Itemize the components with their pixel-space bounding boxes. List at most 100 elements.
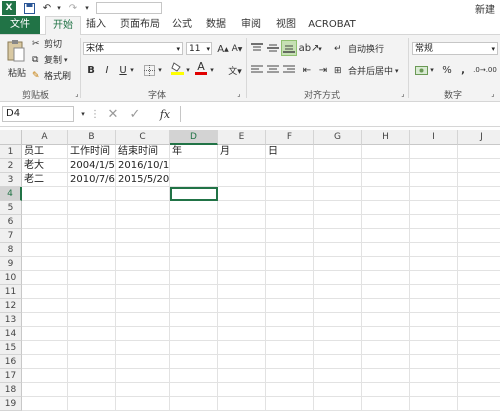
copy-button[interactable]: ⧉ 复制 ▾ <box>32 53 68 67</box>
cell-C4[interactable] <box>116 187 170 201</box>
cell-I7[interactable] <box>410 229 458 243</box>
undo-icon[interactable]: ↶ <box>40 1 54 15</box>
cell-J16[interactable] <box>458 355 500 369</box>
cell-A11[interactable] <box>22 285 68 299</box>
cell-B5[interactable] <box>68 201 116 215</box>
column-header-A[interactable]: A <box>22 130 68 145</box>
cell-A4[interactable] <box>22 187 68 201</box>
cell-D19[interactable] <box>170 397 218 411</box>
orientation-dropdown-icon[interactable]: ▾ <box>316 42 324 56</box>
cell-G7[interactable] <box>314 229 362 243</box>
cell-A15[interactable] <box>22 341 68 355</box>
font-color-icon[interactable]: A <box>194 61 208 75</box>
cell-C18[interactable] <box>116 383 170 397</box>
cell-G10[interactable] <box>314 271 362 285</box>
cell-I18[interactable] <box>410 383 458 397</box>
cell-J15[interactable] <box>458 341 500 355</box>
cell-F8[interactable] <box>266 243 314 257</box>
tab-review[interactable]: 审阅 <box>237 16 265 34</box>
cell-J13[interactable] <box>458 313 500 327</box>
enter-icon[interactable]: ✓ <box>128 107 142 122</box>
cell-F13[interactable] <box>266 313 314 327</box>
customize-quick-access-icon[interactable]: ▾ <box>82 1 92 15</box>
cell-J1[interactable] <box>458 145 500 159</box>
tab-acrobat[interactable]: ACROBAT <box>308 16 356 34</box>
clipboard-launcher-icon[interactable]: ⌟ <box>70 87 84 101</box>
cell-I6[interactable] <box>410 215 458 229</box>
cell-I2[interactable] <box>410 159 458 173</box>
row-header-15[interactable]: 15 <box>0 341 22 355</box>
cell-A3[interactable]: 老二 <box>22 173 68 187</box>
column-header-J[interactable]: J <box>458 130 500 145</box>
cell-A10[interactable] <box>22 271 68 285</box>
cell-A6[interactable] <box>22 215 68 229</box>
cell-B17[interactable] <box>68 369 116 383</box>
cell-B11[interactable] <box>68 285 116 299</box>
cell-B10[interactable] <box>68 271 116 285</box>
cell-D17[interactable] <box>170 369 218 383</box>
cell-G6[interactable] <box>314 215 362 229</box>
row-header-3[interactable]: 3 <box>0 173 22 187</box>
cell-I1[interactable] <box>410 145 458 159</box>
quick-access-input[interactable] <box>96 2 162 14</box>
cell-D15[interactable] <box>170 341 218 355</box>
row-header-5[interactable]: 5 <box>0 201 22 215</box>
cell-C12[interactable] <box>116 299 170 313</box>
cell-C13[interactable] <box>116 313 170 327</box>
cell-G16[interactable] <box>314 355 362 369</box>
cell-A14[interactable] <box>22 327 68 341</box>
save-icon[interactable] <box>22 1 36 15</box>
cell-D5[interactable] <box>170 201 218 215</box>
name-box[interactable]: D4 <box>2 106 74 122</box>
row-header-11[interactable]: 11 <box>0 285 22 299</box>
cell-E8[interactable] <box>218 243 266 257</box>
row-header-4[interactable]: 4 <box>0 187 22 201</box>
row-header-14[interactable]: 14 <box>0 327 22 341</box>
cell-C9[interactable] <box>116 257 170 271</box>
cell-H19[interactable] <box>362 397 410 411</box>
cell-F16[interactable] <box>266 355 314 369</box>
cell-H11[interactable] <box>362 285 410 299</box>
cell-B14[interactable] <box>68 327 116 341</box>
cell-D13[interactable] <box>170 313 218 327</box>
cell-F5[interactable] <box>266 201 314 215</box>
tab-view[interactable]: 视图 <box>272 16 300 34</box>
cell-D4[interactable] <box>170 187 218 201</box>
cell-J7[interactable] <box>458 229 500 243</box>
cell-F11[interactable] <box>266 285 314 299</box>
cell-F14[interactable] <box>266 327 314 341</box>
font-size-select[interactable]: 11 ▾ <box>186 42 212 55</box>
cell-H4[interactable] <box>362 187 410 201</box>
tab-home[interactable]: 开始 <box>45 16 81 36</box>
comma-button[interactable]: , <box>456 63 470 77</box>
cell-I16[interactable] <box>410 355 458 369</box>
cell-D7[interactable] <box>170 229 218 243</box>
cell-A18[interactable] <box>22 383 68 397</box>
cell-H7[interactable] <box>362 229 410 243</box>
cell-E15[interactable] <box>218 341 266 355</box>
cell-E16[interactable] <box>218 355 266 369</box>
insert-function-icon[interactable]: fx <box>156 107 174 121</box>
cell-A9[interactable] <box>22 257 68 271</box>
cell-E9[interactable] <box>218 257 266 271</box>
row-header-13[interactable]: 13 <box>0 313 22 327</box>
column-header-B[interactable]: B <box>68 130 116 145</box>
cell-H13[interactable] <box>362 313 410 327</box>
cell-F6[interactable] <box>266 215 314 229</box>
cell-B2[interactable]: 2004/1/5 <box>68 159 116 173</box>
cell-B7[interactable] <box>68 229 116 243</box>
cell-J10[interactable] <box>458 271 500 285</box>
merge-dropdown-icon[interactable]: ▾ <box>395 67 399 75</box>
cell-G2[interactable] <box>314 159 362 173</box>
cell-I19[interactable] <box>410 397 458 411</box>
row-header-18[interactable]: 18 <box>0 383 22 397</box>
tab-insert[interactable]: 插入 <box>82 16 110 34</box>
cell-G17[interactable] <box>314 369 362 383</box>
cell-H17[interactable] <box>362 369 410 383</box>
cell-C10[interactable] <box>116 271 170 285</box>
cell-A17[interactable] <box>22 369 68 383</box>
currency-icon[interactable] <box>414 63 428 77</box>
cell-C14[interactable] <box>116 327 170 341</box>
cell-B9[interactable] <box>68 257 116 271</box>
column-header-I[interactable]: I <box>410 130 458 145</box>
